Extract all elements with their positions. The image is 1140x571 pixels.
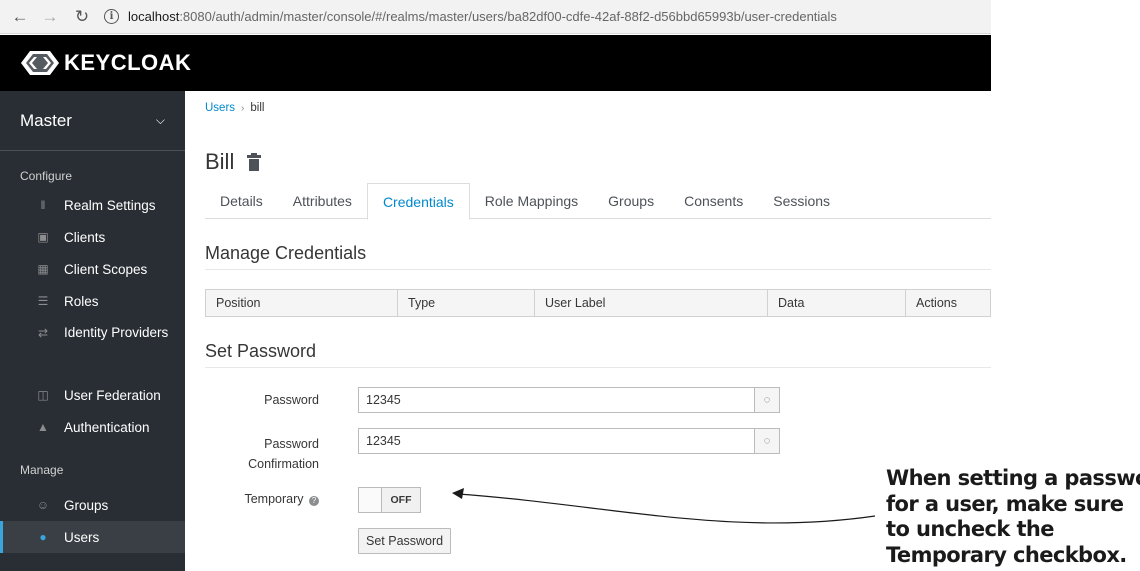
tab-groups[interactable]: Groups xyxy=(593,183,669,219)
tab-details[interactable]: Details xyxy=(205,183,278,219)
password-confirmation-label-line2: Confirmation xyxy=(248,457,319,471)
column-header-user-label: User Label xyxy=(534,289,768,317)
sidebar-item-groups[interactable]: ☺ Groups xyxy=(0,489,185,521)
cube-icon: ▣ xyxy=(37,230,49,244)
sidebar-item-label: User Federation xyxy=(64,387,161,403)
sidebar-item-label: Authentication xyxy=(64,419,150,435)
sidebar-item-label: Groups xyxy=(64,497,109,513)
sidebar-item-label: Roles xyxy=(64,293,99,309)
sidebar-item-identity-providers[interactable]: ⇄ Identity Providers xyxy=(0,317,185,379)
sidebar-item-user-federation[interactable]: ◫ User Federation xyxy=(0,379,185,411)
manage-nav: ☺ Groups ● Users xyxy=(0,489,185,553)
app-header: KEYCLOAK xyxy=(0,35,991,91)
annotation-line: for a user, make sure xyxy=(886,491,1124,516)
column-header-data: Data xyxy=(767,289,906,317)
temporary-label: Temporary ? xyxy=(205,492,319,506)
annotation-line: Temporary checkbox. xyxy=(886,542,1127,567)
table-header-row: Position Type User Label Data Actions xyxy=(205,289,991,317)
chevron-down-icon: ⌵ xyxy=(155,113,165,127)
temporary-toggle[interactable]: OFF xyxy=(358,487,421,513)
tab-consents[interactable]: Consents xyxy=(669,183,758,219)
breadcrumb: Users › bill xyxy=(205,102,264,114)
tab-sessions[interactable]: Sessions xyxy=(758,183,845,219)
user-name: Bill xyxy=(205,149,235,174)
keycloak-logo[interactable]: KEYCLOAK xyxy=(20,50,191,76)
breadcrumb-users-link[interactable]: Users xyxy=(205,102,235,114)
tab-bar: Details Attributes Credentials Role Mapp… xyxy=(205,183,991,220)
column-header-type: Type xyxy=(397,289,535,317)
lock-icon: ▲ xyxy=(37,420,49,434)
annotation-callout: When setting a password for a user, make… xyxy=(886,466,1140,568)
tab-role-mappings[interactable]: Role Mappings xyxy=(470,183,593,219)
sidebar-item-roles[interactable]: ☰ Roles xyxy=(0,285,185,317)
brand-name: KEYCLOAK xyxy=(64,50,192,75)
tab-credentials[interactable]: Credentials xyxy=(366,183,470,220)
sidebar-item-label: Users xyxy=(64,529,100,545)
info-icon[interactable]: i xyxy=(104,9,119,24)
eye-slash-icon[interactable]: ◌ xyxy=(754,428,780,454)
breadcrumb-current: bill xyxy=(250,102,265,114)
toggle-knob xyxy=(359,488,382,512)
annotation-arrow xyxy=(452,488,876,524)
set-password-button[interactable]: Set Password xyxy=(358,528,452,554)
keycloak-logo-icon xyxy=(21,51,59,75)
eye-slash-icon[interactable]: ◌ xyxy=(754,387,780,413)
realm-name: Master xyxy=(20,110,72,130)
address-bar[interactable]: i localhost:8080/auth/admin/master/conso… xyxy=(104,4,991,30)
help-icon[interactable]: ? xyxy=(309,496,319,506)
sidebar-item-clients[interactable]: ▣ Clients xyxy=(0,221,185,253)
manage-heading: Manage xyxy=(20,463,64,477)
forward-arrow-icon[interactable]: → xyxy=(38,5,62,29)
password-confirmation-label: Password Confirmation xyxy=(205,434,319,474)
password-input[interactable] xyxy=(358,387,754,413)
sidebar-item-authentication[interactable]: ▲ Authentication xyxy=(0,411,185,443)
database-icon: ◫ xyxy=(37,388,49,402)
url-host: localhost xyxy=(128,9,180,24)
reload-icon[interactable]: ↻ xyxy=(70,5,94,29)
sidebar-item-client-scopes[interactable]: ▦ Client Scopes xyxy=(0,253,185,285)
browser-toolbar: ← → ↻ i localhost:8080/auth/admin/master… xyxy=(0,0,991,34)
user-icon: ● xyxy=(39,530,47,544)
sidebar-item-label: Identity Providers xyxy=(64,325,169,340)
set-password-title: Set Password xyxy=(205,341,991,368)
annotation-line: When setting a password xyxy=(886,466,1140,490)
password-confirmation-label-line1: Password xyxy=(264,437,319,451)
cubes-icon: ▦ xyxy=(37,262,49,276)
screenshot-root: ← → ↻ i localhost:8080/auth/admin/master… xyxy=(0,0,1140,571)
tab-attributes[interactable]: Attributes xyxy=(278,183,367,219)
toggle-state: OFF xyxy=(382,488,420,512)
column-header-position: Position xyxy=(205,289,398,317)
column-header-actions: Actions xyxy=(905,289,991,317)
sidebar-item-realm-settings[interactable]: ‖ Realm Settings xyxy=(0,189,185,221)
sliders-icon: ‖ xyxy=(40,198,46,212)
url-path: :8080/auth/admin/master/console/#/realms… xyxy=(179,9,837,24)
trash-icon[interactable] xyxy=(246,153,262,171)
annotation-line: to uncheck the xyxy=(886,517,1054,541)
configure-nav: ‖ Realm Settings ▣ Clients ▦ Client Scop… xyxy=(0,189,185,443)
credentials-table: Position Type User Label Data Actions xyxy=(205,289,991,317)
sidebar-item-label: Clients xyxy=(64,229,106,245)
page-title: Bill xyxy=(205,149,262,175)
list-icon: ☰ xyxy=(37,294,49,308)
password-field-group: ◌ xyxy=(358,387,780,413)
password-confirmation-field-group: ◌ xyxy=(358,428,780,454)
password-confirmation-input[interactable] xyxy=(358,428,754,454)
temporary-label-text: Temporary xyxy=(244,492,304,506)
back-arrow-icon[interactable]: ← xyxy=(8,5,32,29)
breadcrumb-separator: › xyxy=(241,103,245,114)
configure-heading: Configure xyxy=(20,169,73,183)
sidebar-item-users[interactable]: ● Users xyxy=(0,521,185,553)
sidebar: Master ⌵ Configure ‖ Realm Settings ▣ Cl… xyxy=(0,91,185,571)
sidebar-item-label: Client Scopes xyxy=(64,261,148,277)
password-label: Password xyxy=(264,393,319,407)
exchange-icon: ⇄ xyxy=(37,325,49,340)
users-icon: ☺ xyxy=(36,498,50,512)
sidebar-item-label: Realm Settings xyxy=(64,197,156,213)
realm-selector[interactable]: Master ⌵ xyxy=(0,91,185,151)
manage-credentials-title: Manage Credentials xyxy=(205,243,991,270)
